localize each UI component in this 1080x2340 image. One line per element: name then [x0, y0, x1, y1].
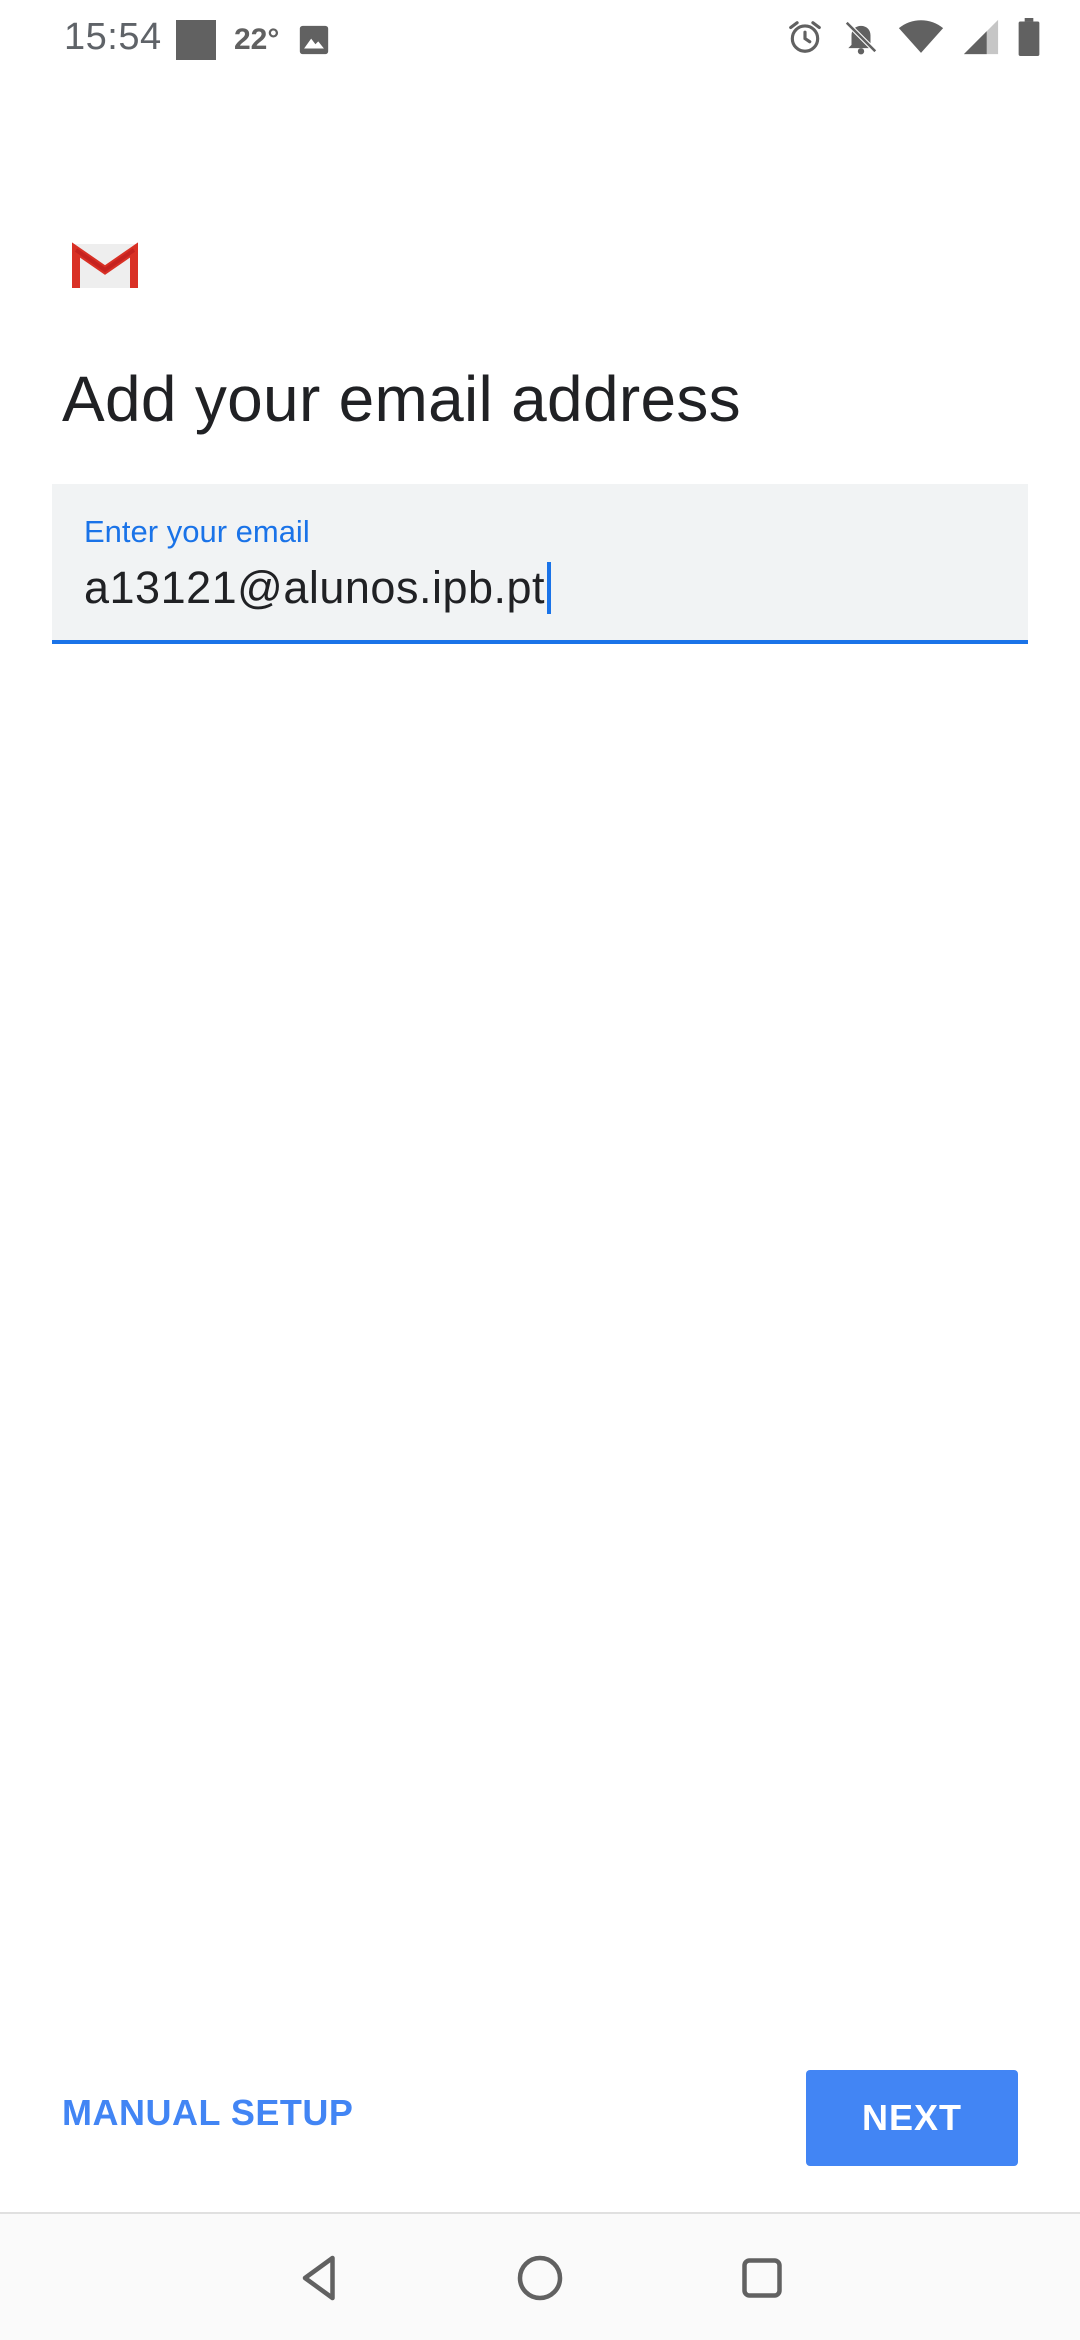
- battery-icon: [1018, 18, 1040, 56]
- status-bar: 15:54 22°: [0, 0, 1080, 80]
- email-input-value: a13121@alunos.ipb.pt: [84, 562, 546, 613]
- email-field-label: Enter your email: [84, 514, 310, 549]
- recents-icon: [742, 2258, 782, 2298]
- home-button[interactable]: [510, 2248, 570, 2308]
- gmail-logo-icon: [72, 242, 138, 288]
- image-icon: [300, 25, 329, 55]
- alarm-icon: [789, 21, 821, 53]
- navigation-bar: [0, 2212, 1080, 2340]
- status-right-icons: [786, 18, 1040, 56]
- page-title: Add your email address: [62, 363, 741, 435]
- next-button[interactable]: NEXT: [806, 2070, 1018, 2166]
- back-icon: [302, 2255, 335, 2301]
- text-cursor: [547, 562, 552, 614]
- status-left-icons: 22°: [176, 20, 331, 60]
- recents-button[interactable]: [732, 2248, 792, 2308]
- screen: 15:54 22° Add your email address Enter y…: [0, 0, 1080, 2340]
- back-button[interactable]: [290, 2248, 350, 2308]
- email-field[interactable]: Enter your email a13121@alunos.ipb.pt: [52, 484, 1028, 644]
- home-icon: [517, 2255, 563, 2301]
- status-time: 15:54: [64, 16, 162, 58]
- wifi-icon: [898, 20, 944, 53]
- manual-setup-button[interactable]: MANUAL SETUP: [62, 2092, 353, 2134]
- square-notification-icon: [176, 20, 216, 60]
- muted-bell-icon: [845, 21, 877, 55]
- temperature-text: 22°: [234, 23, 280, 56]
- email-input[interactable]: a13121@alunos.ipb.pt: [84, 562, 552, 614]
- signal-icon: [963, 19, 999, 55]
